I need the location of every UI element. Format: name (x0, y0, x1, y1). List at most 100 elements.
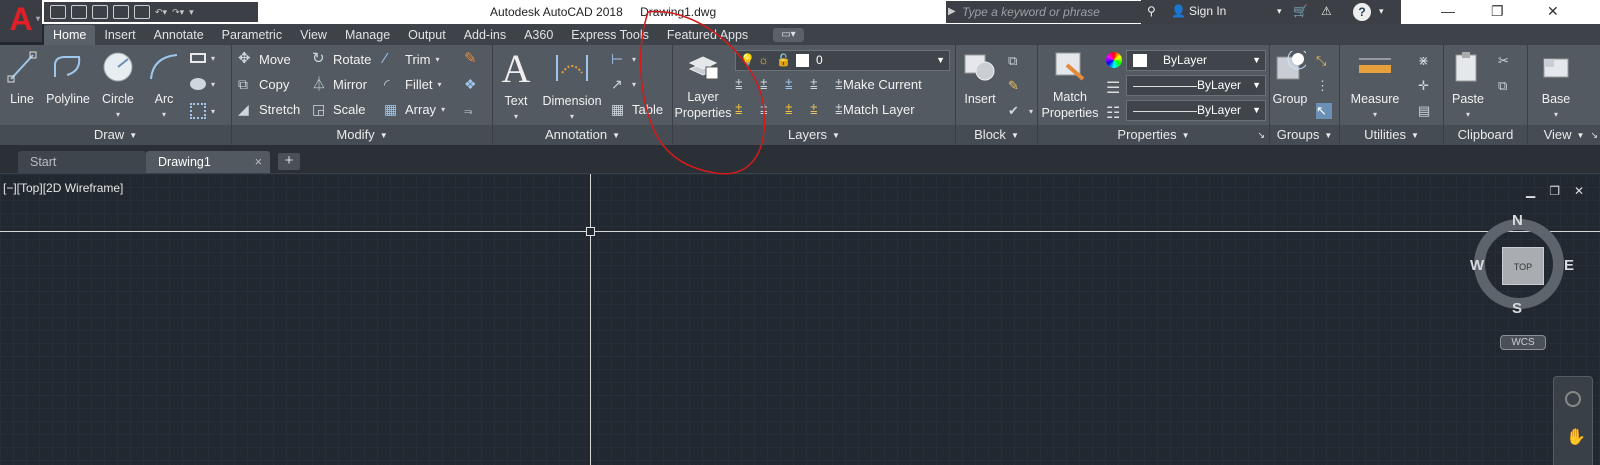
navigation-bar[interactable]: ✋ (1553, 376, 1593, 465)
text-button[interactable]: A Text ▾ (499, 49, 533, 125)
minimize-icon[interactable]: — (1441, 3, 1455, 19)
tab-home[interactable]: Home (44, 25, 96, 45)
layer-dropdown[interactable]: 💡 ☼ 🔓 0 ▼ (735, 50, 950, 71)
stretch-button[interactable]: ◢ Stretch (238, 101, 300, 117)
explode-button[interactable]: ❖ (464, 76, 480, 92)
dimension-button[interactable]: Dimension ▾ (539, 51, 605, 125)
binoculars-icon[interactable]: ⚲ (1147, 4, 1156, 18)
ribbon-display-toggle-icon[interactable]: ▭▾ (773, 28, 804, 42)
chevron-down-icon[interactable]: ▾ (1342, 107, 1408, 123)
arc-button[interactable]: Arc ▾ (144, 51, 184, 123)
modify-panel-title[interactable]: Modify ▼ (232, 125, 492, 145)
groups-panel-title[interactable]: Groups ▼ (1270, 125, 1339, 145)
new-tab-button[interactable]: + (278, 153, 300, 170)
help-icon[interactable]: ? (1353, 3, 1371, 21)
annotation-panel-title[interactable]: Annotation ▼ (493, 125, 672, 145)
save-icon[interactable] (92, 5, 108, 19)
layer-unlock-icon[interactable]: ⩲ (810, 102, 826, 118)
layer-lock-icon[interactable]: ⩲ (810, 77, 826, 93)
copy-button[interactable]: ⧉ Copy (238, 76, 289, 92)
panel-launcher-icon[interactable]: ↘ (1257, 125, 1265, 145)
pan-hand-icon[interactable]: ✋ (1566, 427, 1586, 447)
measure-button[interactable]: Measure ▾ (1342, 51, 1408, 123)
leader-button[interactable]: ⊢ ▾ (611, 51, 636, 67)
user-icon[interactable]: 👤 (1171, 4, 1186, 18)
tab-parametric[interactable]: Parametric (213, 25, 291, 45)
redo-icon[interactable]: ↷▾ (172, 7, 184, 18)
ungroup-icon[interactable]: ⤡ (1316, 53, 1332, 69)
linetype-dropdown[interactable]: ByLayer ▼ (1126, 100, 1266, 121)
chevron-down-icon[interactable]: ▾ (499, 109, 533, 125)
offset-button[interactable]: ⫬ (464, 101, 480, 117)
color-dropdown[interactable]: ByLayer ▼ (1126, 50, 1266, 71)
edit-block-icon[interactable]: ✎ (1008, 78, 1024, 94)
copy-clip-icon[interactable]: ⧉ (1498, 78, 1514, 94)
sign-in-dropdown-icon[interactable]: ▾ (1277, 6, 1282, 17)
line-button[interactable]: Line (6, 51, 38, 107)
compass-east[interactable]: E (1564, 257, 1574, 274)
edit-attributes-icon[interactable]: ✔ ▾ (1008, 103, 1033, 119)
view-panel-title[interactable]: View ▼ ↘ (1528, 125, 1600, 145)
polyline-button[interactable]: Polyline (42, 51, 94, 107)
chevron-down-icon[interactable]: ▾ (1446, 107, 1490, 123)
exchange-icon[interactable]: ⚠ (1321, 4, 1332, 18)
rotate-button[interactable]: ↻ Rotate (312, 51, 371, 67)
boundary-button[interactable]: ▾ (190, 103, 215, 119)
restore-icon[interactable]: ❐ (1491, 3, 1504, 20)
rectangle-button[interactable]: ▾ (190, 53, 215, 63)
compass-west[interactable]: W (1470, 257, 1484, 274)
tab-featured-apps[interactable]: Featured Apps (658, 25, 757, 45)
help-dropdown-icon[interactable]: ▾ (1379, 6, 1384, 17)
cut-icon[interactable]: ✂ (1498, 53, 1514, 69)
tab-view[interactable]: View (291, 25, 336, 45)
chevron-down-icon[interactable]: ▾ (539, 109, 605, 125)
tab-express-tools[interactable]: Express Tools (562, 25, 658, 45)
id-point-icon[interactable]: ✛ (1418, 78, 1434, 94)
close-icon[interactable]: ✕ (1574, 184, 1584, 198)
undo-icon[interactable]: ↶▾ (155, 7, 167, 18)
tab-add-ins[interactable]: Add-ins (455, 25, 515, 45)
draw-panel-title[interactable]: Draw ▼ (0, 125, 231, 145)
block-panel-title[interactable]: Block ▼ (956, 125, 1037, 145)
minimize-icon[interactable]: ▁ (1526, 184, 1535, 198)
application-menu-button[interactable]: A ▾ (0, 0, 42, 42)
tab-annotate[interactable]: Annotate (145, 25, 213, 45)
viewport-controls-label[interactable]: [−][Top][2D Wireframe] (3, 181, 123, 195)
trim-button[interactable]: ⁄ Trim ▾ (384, 51, 440, 67)
layer-on-icon[interactable]: ⩲ (735, 102, 751, 118)
close-window-icon[interactable]: ✕ (1547, 3, 1559, 20)
create-block-icon[interactable]: ⧉ (1008, 53, 1024, 69)
close-tab-icon[interactable]: × (255, 151, 262, 173)
layer-thaw-icon[interactable]: ⩲ (785, 102, 801, 118)
search-expand-icon[interactable]: ▶ (948, 6, 956, 17)
tab-output[interactable]: Output (399, 25, 455, 45)
circle-button[interactable]: Circle ▾ (98, 51, 138, 123)
layer-properties-button[interactable]: Layer Properties (673, 51, 733, 121)
table-button[interactable]: ▦ Table (611, 101, 663, 117)
drawing-viewport[interactable]: [−][Top][2D Wireframe] ▁ ❐ ✕ TOP N S E W… (0, 173, 1600, 465)
search-input[interactable]: ▶ Type a keyword or phrase (946, 1, 1141, 23)
tab-a360[interactable]: A360 (515, 25, 562, 45)
layer-unisolate-icon[interactable]: ⩲ (760, 102, 776, 118)
move-button[interactable]: ✥ Move (238, 51, 291, 67)
quick-select-icon[interactable]: ⋇ (1418, 53, 1434, 69)
paste-button[interactable]: Paste ▾ (1446, 51, 1490, 123)
fillet-button[interactable]: ◜ Fillet ▾ (384, 76, 441, 92)
utilities-panel-title[interactable]: Utilities ▼ (1340, 125, 1443, 145)
layer-isolate-icon[interactable]: ⩲ (760, 77, 776, 93)
chevron-down-icon[interactable]: ▾ (98, 107, 138, 123)
layer-freeze-icon[interactable]: ⩲ (785, 77, 801, 93)
file-tab-drawing1[interactable]: Drawing1 × (146, 151, 270, 173)
viewcube-top-face[interactable]: TOP (1502, 247, 1544, 285)
print-icon[interactable] (134, 5, 150, 19)
array-button[interactable]: ▦ Array ▾ (384, 101, 445, 117)
group-edit-icon[interactable]: ⋮ (1316, 78, 1332, 94)
layers-panel-title[interactable]: Layers ▼ (673, 125, 955, 145)
file-tab-start[interactable]: Start (18, 151, 146, 173)
new-file-icon[interactable] (50, 5, 66, 19)
match-properties-button[interactable]: Match Properties (1038, 51, 1102, 121)
base-button[interactable]: Base ▾ (1534, 51, 1578, 123)
panel-launcher-icon[interactable]: ↘ (1590, 125, 1598, 145)
chevron-down-icon[interactable]: ▾ (1534, 107, 1578, 123)
open-file-icon[interactable] (71, 5, 87, 19)
